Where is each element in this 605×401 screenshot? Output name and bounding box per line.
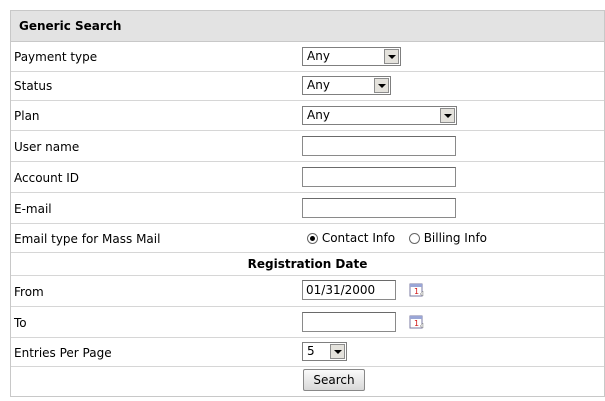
status-select[interactable]: Any <box>302 76 391 95</box>
status-value: Any <box>307 78 330 92</box>
from-label: From <box>14 285 44 299</box>
plan-label: Plan <box>14 109 40 123</box>
account-id-input[interactable] <box>302 167 456 187</box>
row-status: Status Any <box>11 72 604 101</box>
row-from: From 01/31/2000 1 <box>11 276 604 307</box>
row-to: To 1 <box>11 307 604 338</box>
svg-text:1: 1 <box>414 287 419 296</box>
panel-title: Generic Search <box>11 11 604 42</box>
calendar-icon[interactable]: 1 <box>408 281 424 297</box>
row-user-name: User name <box>11 131 604 162</box>
dropdown-arrow-icon[interactable] <box>384 49 399 64</box>
contact-info-option[interactable]: Contact Info <box>307 231 399 245</box>
dropdown-arrow-icon[interactable] <box>440 108 455 123</box>
plan-value: Any <box>307 108 330 122</box>
dropdown-arrow-icon[interactable] <box>330 344 345 359</box>
svg-text:1: 1 <box>414 319 419 328</box>
status-label: Status <box>14 79 53 93</box>
email-label: E-mail <box>14 202 52 216</box>
entries-per-page-select[interactable]: 5 <box>302 342 347 361</box>
billing-info-label[interactable]: Billing Info <box>424 231 487 245</box>
row-account-id: Account ID <box>11 162 604 193</box>
to-date-input[interactable] <box>302 312 396 332</box>
entries-per-page-label: Entries Per Page <box>14 346 112 360</box>
payment-type-select[interactable]: Any <box>302 47 401 66</box>
user-name-input[interactable] <box>302 136 456 156</box>
from-date-input[interactable]: 01/31/2000 <box>302 280 396 300</box>
row-plan: Plan Any <box>11 101 604 131</box>
billing-info-radio[interactable] <box>408 233 420 244</box>
row-email-type: Email type for Mass Mail Contact Info Bi… <box>11 224 604 253</box>
generic-search-panel: Generic Search Payment type Any Status A… <box>10 10 605 397</box>
account-id-label: Account ID <box>14 171 80 185</box>
email-type-label: Email type for Mass Mail <box>14 232 161 246</box>
user-name-label: User name <box>14 140 80 154</box>
row-email: E-mail <box>11 193 604 224</box>
dropdown-arrow-icon[interactable] <box>374 78 389 93</box>
payment-type-label: Payment type <box>14 50 98 64</box>
contact-info-label[interactable]: Contact Info <box>322 231 395 245</box>
search-button[interactable]: Search <box>303 369 365 391</box>
row-payment-type: Payment type Any <box>11 42 604 72</box>
row-registration-date: Registration Date <box>11 253 604 276</box>
billing-info-option[interactable]: Billing Info <box>408 231 487 245</box>
registration-date-heading: Registration Date <box>247 257 368 271</box>
payment-type-value: Any <box>307 49 330 63</box>
entries-per-page-value: 5 <box>307 344 315 358</box>
calendar-icon[interactable]: 1 <box>408 313 424 329</box>
email-type-radio-group: Contact Info Billing Info <box>307 231 487 245</box>
from-date-value: 01/31/2000 <box>306 283 376 297</box>
contact-info-radio[interactable] <box>307 233 318 244</box>
to-label: To <box>14 316 27 330</box>
plan-select[interactable]: Any <box>302 106 457 125</box>
email-input[interactable] <box>302 198 456 218</box>
row-entries-per-page: Entries Per Page 5 <box>11 338 604 367</box>
